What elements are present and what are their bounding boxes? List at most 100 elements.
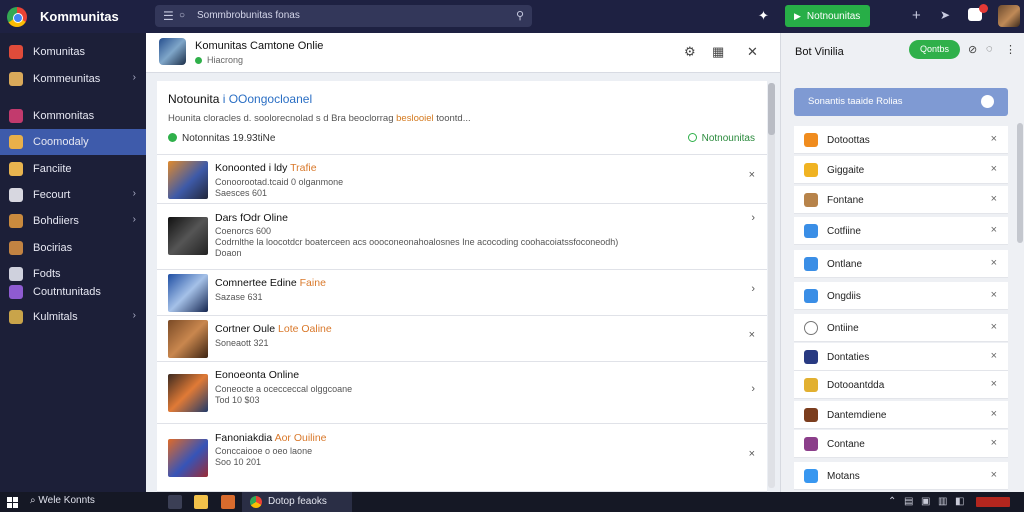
- link-icon[interactable]: ⊘: [968, 43, 977, 56]
- channel-avatar[interactable]: [159, 38, 186, 65]
- sidebar-item[interactable]: Bohdiiers ›: [0, 208, 146, 234]
- tools-icon: [9, 310, 23, 324]
- right-list-item-label: Ontlane: [827, 259, 863, 270]
- app-logo-icon[interactable]: [7, 7, 27, 27]
- sidebar-item[interactable]: Kommeunitas ›: [0, 66, 146, 92]
- message-thumbnail[interactable]: [168, 217, 208, 255]
- info-icon[interactable]: ◌: [986, 43, 993, 55]
- message-thumbnail[interactable]: [168, 439, 208, 477]
- right-list-item[interactable]: Dotooantdda ×: [794, 371, 1008, 399]
- message-row[interactable]: Cortner Oule Lote Oaline Soneaott 321 ×: [157, 316, 767, 362]
- tray-language-icon[interactable]: [976, 497, 1010, 507]
- tray-network-icon[interactable]: ▤: [904, 496, 913, 507]
- sidebar-item[interactable]: Fanciite: [0, 156, 146, 182]
- chevron-right-icon[interactable]: ›: [751, 383, 755, 395]
- dismiss-icon[interactable]: ×: [749, 448, 755, 460]
- tray-wifi-icon[interactable]: ◧: [955, 496, 964, 507]
- chevron-right-icon[interactable]: ›: [751, 283, 755, 295]
- right-list-item[interactable]: Ongdiis ×: [794, 282, 1008, 310]
- layout-icon[interactable]: ▦: [712, 44, 724, 60]
- message-row[interactable]: Eonoeonta Online Coneocte a ocecceccal ol…: [157, 362, 767, 424]
- pin-star-icon[interactable]: ✦: [758, 8, 769, 24]
- taskbar-browser-app[interactable]: Dotop feaoks: [242, 492, 352, 512]
- chevron-right-icon: ›: [132, 72, 136, 83]
- remove-icon[interactable]: ×: [991, 350, 997, 362]
- sidebar-item[interactable]: Bocirias: [0, 235, 146, 261]
- windows-start-icon[interactable]: [7, 497, 18, 508]
- briefcase-icon: [9, 188, 23, 202]
- chevron-right-icon[interactable]: ›: [751, 212, 755, 224]
- right-panel-scrollbar[interactable]: [1017, 123, 1023, 243]
- remove-icon[interactable]: ×: [991, 321, 997, 333]
- sidebar-item[interactable]: Coutntunitads: [0, 279, 146, 305]
- send-icon[interactable]: ➤: [940, 8, 950, 22]
- remove-icon[interactable]: ×: [991, 469, 997, 481]
- remove-icon[interactable]: ×: [991, 408, 997, 420]
- right-panel-search[interactable]: Sonantis taaide Rolias: [794, 88, 1008, 116]
- sidebar-item[interactable]: Kommonitas: [0, 103, 146, 129]
- right-list-item[interactable]: Contane ×: [794, 430, 1008, 458]
- remove-icon[interactable]: ×: [991, 257, 997, 269]
- search-bar[interactable]: ☰ ○ Sommbrobunitas fonas ⚲: [155, 5, 532, 27]
- remove-icon[interactable]: ×: [991, 193, 997, 205]
- add-icon[interactable]: +: [912, 7, 921, 24]
- remove-icon[interactable]: ×: [991, 163, 997, 175]
- message-row[interactable]: Fanoniakdia Aor Ouiline Conccaiooe o oeo …: [157, 424, 767, 492]
- right-list-item[interactable]: Dotoottas ×: [794, 126, 1008, 154]
- message-subtext: Soneaott 321: [215, 338, 269, 348]
- sidebar-item[interactable]: Fecourt ›: [0, 182, 146, 208]
- menu-icon[interactable]: ☰: [163, 9, 174, 23]
- message-row[interactable]: Comnertee Edine Faine Sazase 631 ›: [157, 270, 767, 316]
- sidebar-item[interactable]: Komunitas: [0, 39, 146, 65]
- message-row[interactable]: Dars fOdr Oline Coenorcs 600 Codrnlthe la …: [157, 204, 767, 270]
- message-title: Cortner Oule Lote Oaline: [215, 323, 332, 335]
- message-subtext: Sazase 631: [215, 292, 263, 302]
- right-list-item[interactable]: Cotfiine ×: [794, 217, 1008, 245]
- taskview-icon[interactable]: [168, 495, 182, 509]
- dismiss-icon[interactable]: ×: [749, 329, 755, 341]
- remove-icon[interactable]: ×: [991, 224, 997, 236]
- sidebar-item[interactable]: Kulmitals ›: [0, 304, 146, 330]
- sidebar-item[interactable]: Coomodaly: [0, 129, 146, 155]
- search-text[interactable]: Sommbrobunitas fonas: [197, 10, 300, 21]
- right-panel-button[interactable]: Qontbs: [909, 40, 960, 59]
- right-list-item[interactable]: Giggaite ×: [794, 156, 1008, 184]
- right-list-item[interactable]: Ontiine ×: [794, 314, 1008, 342]
- right-list-item[interactable]: Dantemdiene ×: [794, 401, 1008, 429]
- dismiss-icon[interactable]: ×: [749, 169, 755, 181]
- message-thumbnail[interactable]: [168, 274, 208, 312]
- tray-battery-icon[interactable]: ▥: [938, 496, 947, 507]
- remove-icon[interactable]: ×: [991, 437, 997, 449]
- message-subtext: Codrnlthe la loocotdcr boaterceen acs oo…: [215, 237, 619, 247]
- close-icon[interactable]: ✕: [747, 44, 758, 60]
- more-icon[interactable]: ⋮: [1005, 43, 1016, 56]
- file-explorer-icon[interactable]: [194, 495, 208, 509]
- tray-volume-icon[interactable]: ▣: [921, 496, 930, 507]
- notice-desc-highlight[interactable]: beslooiel: [396, 113, 434, 124]
- settings-icon[interactable]: ⚙: [684, 44, 696, 60]
- online-dot-icon: [195, 57, 202, 64]
- badge-icon: [804, 408, 818, 422]
- pin-icon[interactable]: ⚲: [516, 9, 524, 22]
- right-list-item[interactable]: Dontaties ×: [794, 343, 1008, 371]
- remove-icon[interactable]: ×: [991, 133, 997, 145]
- right-list-item[interactable]: Motans ×: [794, 462, 1008, 490]
- sidebar-item-label: Bohdiiers: [33, 215, 79, 227]
- right-search-icon[interactable]: [981, 95, 994, 108]
- message-thumbnail[interactable]: [168, 374, 208, 412]
- join-button[interactable]: ▶ Notnounitas: [785, 5, 870, 27]
- store-icon[interactable]: [221, 495, 235, 509]
- taskbar-search[interactable]: ⌕ Wele Konnts: [30, 495, 95, 506]
- notice-link[interactable]: Notnounitas: [687, 133, 755, 144]
- message-thumbnail[interactable]: [168, 320, 208, 358]
- right-list-item[interactable]: Ontlane ×: [794, 250, 1008, 278]
- message-thumbnail[interactable]: [168, 161, 208, 199]
- remove-icon[interactable]: ×: [991, 289, 997, 301]
- tray-chevron-icon[interactable]: ⌃: [888, 496, 896, 507]
- scrollbar-thumb[interactable]: [768, 83, 775, 135]
- user-avatar[interactable]: [998, 5, 1020, 27]
- remove-icon[interactable]: ×: [991, 378, 997, 390]
- right-list-item[interactable]: Fontane ×: [794, 186, 1008, 214]
- message-row[interactable]: Konoonted i ldy Trafie Conoorootad.tcaid …: [157, 155, 767, 204]
- message-list-scrollbar[interactable]: [768, 83, 775, 488]
